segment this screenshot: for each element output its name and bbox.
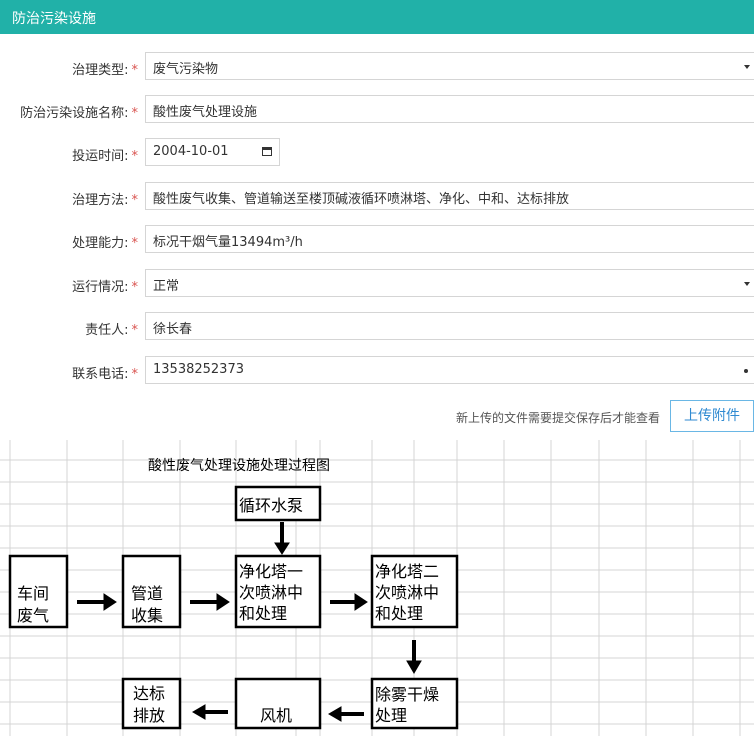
commission-date-value: 2004-10-01 — [153, 144, 229, 159]
flowchart-labels: 循环水泵 车间 废气 管道 收集 净化塔一 次喷淋中 和处理 净化塔二 次喷淋中… — [17, 496, 439, 725]
responsible-person-input[interactable]: 徐长春 — [145, 312, 754, 340]
responsible-person-label: 责任人: * — [85, 323, 138, 338]
dot-icon — [744, 369, 748, 373]
governance-type-row: 治理类型: * 废气污染物 — [0, 52, 754, 82]
discharge-label-line: 达标 — [133, 684, 165, 703]
operation-status-row: 运行情况: * 正常 — [0, 269, 754, 299]
arrow-head — [354, 593, 368, 611]
facility-name-input[interactable]: 酸性废气处理设施 — [145, 95, 754, 123]
operation-status-label: 运行情况: * — [72, 280, 138, 295]
governance-method-input[interactable]: 酸性废气收集、管道输送至楼顶碱液循环喷淋塔、净化、中和、达标排放 — [145, 182, 754, 210]
tower1-label-line: 次喷淋中 — [239, 583, 303, 602]
calendar-icon[interactable] — [262, 147, 272, 156]
chevron-down-icon — [744, 65, 750, 69]
upload-note: 新上传的文件需要提交保存后才能查看 — [456, 411, 661, 425]
contact-phone-label: 联系电话: * — [72, 367, 138, 382]
arrow-head — [216, 593, 230, 611]
tower2-label-line: 净化塔二 — [375, 562, 439, 581]
commission-date-label: 投运时间: * — [72, 149, 138, 164]
arrow-head — [192, 704, 206, 720]
discharge-label-line: 排放 — [133, 706, 165, 725]
attachment-preview: 酸性废气处理设施处理过程图 循环水泵 车间 废气 管道 收集 净化塔一 次喷淋中… — [0, 440, 754, 736]
contact-phone-input[interactable]: 13538252373 — [145, 356, 754, 384]
pump-label-line: 循环水泵 — [239, 496, 303, 515]
responsible-person-value: 徐长春 — [153, 322, 193, 337]
tower2-label-line: 和处理 — [375, 604, 423, 623]
contact-phone-row: 联系电话: * 13538252373 — [0, 356, 754, 386]
workshop-gas-label-line: 车间 — [17, 584, 49, 603]
process-flowchart: 酸性废气处理设施处理过程图 循环水泵 车间 废气 管道 收集 净化塔一 次喷淋中… — [0, 440, 754, 736]
chevron-down-icon — [744, 282, 750, 286]
governance-type-label: 治理类型: * — [72, 63, 138, 78]
capacity-input[interactable]: 标况干烟气量13494m³/h — [145, 225, 754, 253]
demist-label-line: 处理 — [375, 706, 407, 725]
governance-method-value: 酸性废气收集、管道输送至楼顶碱液循环喷淋塔、净化、中和、达标排放 — [153, 192, 570, 207]
workshop-gas-label-line: 废气 — [17, 606, 49, 625]
capacity-label: 处理能力: * — [72, 236, 138, 251]
responsible-person-row: 责任人: * 徐长春 — [0, 312, 754, 342]
governance-type-select[interactable]: 废气污染物 — [145, 52, 754, 80]
operation-status-select[interactable]: 正常 — [145, 269, 754, 297]
pipeline-label-line: 收集 — [131, 606, 163, 625]
commission-date-row: 投运时间: * 2004-10-01 — [0, 138, 754, 168]
upload-attachment-button[interactable]: 上传附件 — [670, 400, 754, 432]
contact-phone-value: 13538252373 — [153, 362, 244, 377]
capacity-value: 标况干烟气量13494m³/h — [153, 235, 303, 250]
tower1-label-line: 净化塔一 — [239, 562, 303, 581]
tower2-label-line: 次喷淋中 — [375, 583, 439, 602]
dialog-title-bar: 防治污染设施 — [0, 0, 754, 34]
dialog-title: 防治污染设施 — [12, 11, 96, 27]
governance-method-row: 治理方法: * 酸性废气收集、管道输送至楼顶碱液循环喷淋塔、净化、中和、达标排放 — [0, 182, 754, 212]
facility-name-label: 防治污染设施名称: * — [20, 106, 138, 121]
facility-form: 治理类型: * 废气污染物 防治污染设施名称: * 酸性废气处理设施 投运时间: * … — [0, 34, 754, 440]
governance-method-label: 治理方法: * — [72, 193, 138, 208]
governance-type-value: 废气污染物 — [153, 62, 219, 77]
tower1-label-line: 和处理 — [239, 604, 287, 623]
commission-date-input[interactable]: 2004-10-01 — [145, 138, 280, 166]
capacity-row: 处理能力: * 标况干烟气量13494m³/h — [0, 225, 754, 255]
demist-label-line: 除雾干燥 — [375, 685, 439, 704]
facility-name-row: 防治污染设施名称: * 酸性废气处理设施 — [0, 95, 754, 125]
arrow-head — [406, 660, 422, 674]
flowchart-title: 酸性废气处理设施处理过程图 — [148, 458, 330, 474]
arrow-head — [328, 706, 342, 722]
facility-name-value: 酸性废气处理设施 — [153, 105, 258, 120]
pipeline-label-line: 管道 — [131, 584, 163, 603]
operation-status-value: 正常 — [153, 279, 180, 294]
fan-label-line: 风机 — [260, 706, 292, 725]
arrow-head — [103, 593, 117, 611]
